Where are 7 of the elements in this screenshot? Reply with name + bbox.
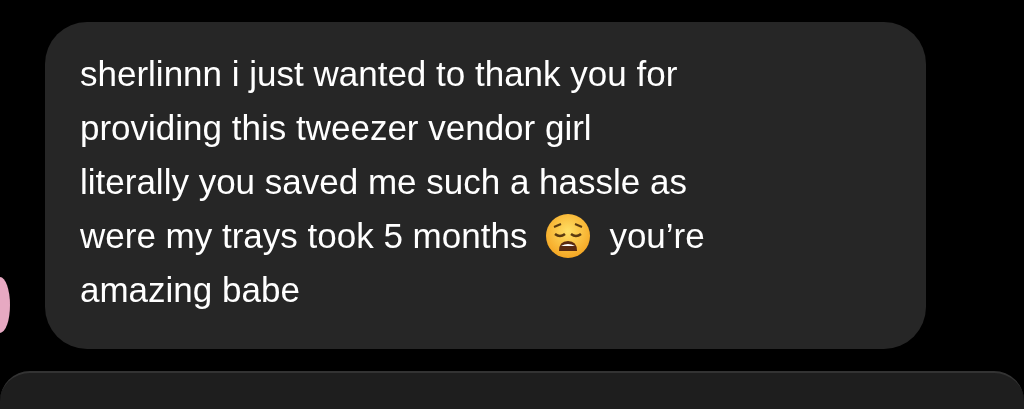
message-text: you’re	[609, 215, 705, 257]
message-text: providing this tweezer vendor girl	[80, 107, 592, 149]
tired-face-icon	[545, 213, 592, 259]
message-text: literally you saved me such a hassle as	[80, 161, 687, 203]
message-text: were my trays took 5 months	[80, 215, 528, 257]
message-text: sherlinnn i just wanted to thank you for	[80, 53, 678, 95]
message-text: amazing babe	[80, 269, 300, 311]
